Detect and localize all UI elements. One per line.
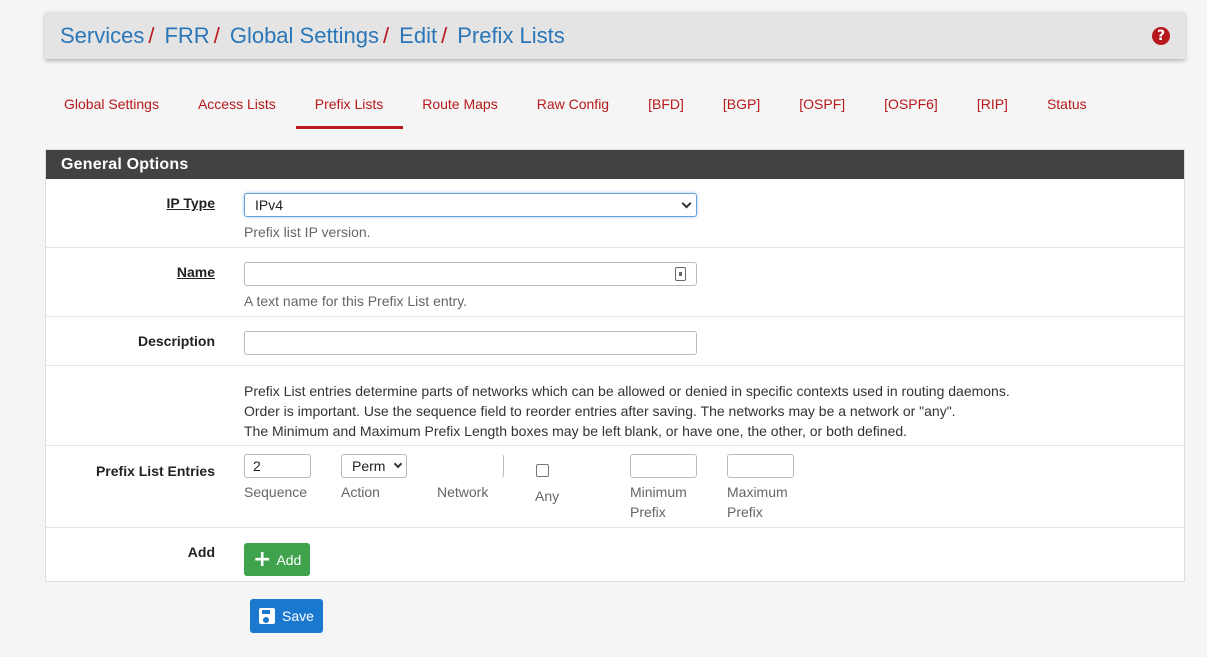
tab-bar: Global Settings Access Lists Prefix List… <box>45 84 1107 129</box>
tab-bfd[interactable]: [BFD] <box>629 84 704 129</box>
ip-type-value: IPv4 <box>255 197 284 213</box>
help-icon[interactable]: ? <box>1152 27 1170 45</box>
chevron-down-icon <box>681 198 692 209</box>
ip-type-select[interactable]: IPv4 <box>244 193 697 217</box>
breadcrumb-prefix-lists[interactable]: Prefix Lists <box>457 23 565 49</box>
plus-icon: + <box>253 546 272 572</box>
floppy-disk-icon <box>259 608 275 624</box>
breadcrumb-separator: / <box>441 22 448 48</box>
any-label: Any <box>535 488 560 504</box>
min-prefix-label-line: Minimum <box>630 484 687 500</box>
add-label: Add <box>187 544 215 560</box>
any-checkbox[interactable] <box>536 464 549 477</box>
max-prefix-input[interactable] <box>727 454 794 478</box>
description-input[interactable] <box>244 331 697 355</box>
panel-title: General Options <box>46 150 1184 179</box>
network-input[interactable] <box>498 454 504 478</box>
ip-type-help: Prefix list IP version. <box>244 224 371 240</box>
name-row: Name A text name for this Prefix List en… <box>46 248 1184 317</box>
tab-bgp[interactable]: [BGP] <box>704 84 780 129</box>
min-prefix-label: Minimum Prefix <box>630 482 687 522</box>
breadcrumb-separator: / <box>213 22 220 48</box>
tab-status[interactable]: Status <box>1028 84 1107 129</box>
page-header: Services / FRR / Global Settings / Edit / Pr… <box>45 12 1185 59</box>
tab-raw-config[interactable]: Raw Config <box>518 84 629 129</box>
breadcrumb-frr[interactable]: FRR <box>164 23 209 49</box>
sequence-input[interactable]: 2 <box>244 454 311 478</box>
breadcrumb-global-settings[interactable]: Global Settings <box>230 23 379 49</box>
sequence-value: 2 <box>253 458 261 474</box>
name-input[interactable] <box>244 262 697 286</box>
description-row: Description <box>46 317 1184 366</box>
password-key-icon[interactable] <box>675 267 686 281</box>
max-prefix-label: Maximum Prefix <box>727 482 788 522</box>
breadcrumb-services[interactable]: Services <box>60 23 144 49</box>
add-button[interactable]: + Add <box>244 543 311 576</box>
info-line: The Minimum and Maximum Prefix Length bo… <box>244 423 908 439</box>
breadcrumb-separator: / <box>148 22 155 48</box>
info-line: Prefix List entries determine parts of n… <box>244 383 1010 399</box>
tab-prefix-lists[interactable]: Prefix Lists <box>295 84 404 129</box>
save-button-label: Save <box>282 608 314 624</box>
add-row: Add + Add <box>46 528 1184 581</box>
add-button-label: Add <box>276 551 302 568</box>
chevron-down-icon <box>393 459 403 469</box>
prefix-entries-row: Prefix List Entries 2 Sequence Perm Acti… <box>46 446 1184 528</box>
prefix-entries-label: Prefix List Entries <box>95 463 215 479</box>
ip-type-label: IP Type <box>166 195 215 211</box>
min-prefix-label-line: Prefix <box>630 504 666 520</box>
breadcrumb-separator: / <box>383 22 390 48</box>
tab-access-lists[interactable]: Access Lists <box>179 84 296 129</box>
action-label: Action <box>341 484 380 500</box>
breadcrumb-edit[interactable]: Edit <box>399 23 437 49</box>
save-button[interactable]: Save <box>250 599 323 633</box>
action-select[interactable]: Perm <box>341 454 407 478</box>
min-prefix-input[interactable] <box>630 454 697 478</box>
tab-global-settings[interactable]: Global Settings <box>45 84 179 129</box>
max-prefix-label-line: Prefix <box>727 504 763 520</box>
action-value: Perm <box>352 458 386 474</box>
tab-ospf6[interactable]: [OSPF6] <box>865 84 958 129</box>
general-options-panel: General Options IP Type IPv4 Prefix list… <box>45 149 1185 582</box>
name-help: A text name for this Prefix List entry. <box>244 293 468 309</box>
network-label: Network <box>437 484 489 500</box>
info-line: Order is important. Use the sequence fie… <box>244 403 956 419</box>
sequence-label: Sequence <box>244 484 308 500</box>
tab-rip[interactable]: [RIP] <box>958 84 1028 129</box>
ip-type-row: IP Type IPv4 Prefix list IP version. <box>46 179 1184 248</box>
info-row: Prefix List entries determine parts of n… <box>46 366 1184 446</box>
description-label: Description <box>137 333 215 349</box>
max-prefix-label-line: Maximum <box>727 484 788 500</box>
tab-route-maps[interactable]: Route Maps <box>403 84 517 129</box>
tab-ospf[interactable]: [OSPF] <box>780 84 865 129</box>
name-label: Name <box>176 264 215 280</box>
info-text: Prefix List entries determine parts of n… <box>244 381 1010 441</box>
